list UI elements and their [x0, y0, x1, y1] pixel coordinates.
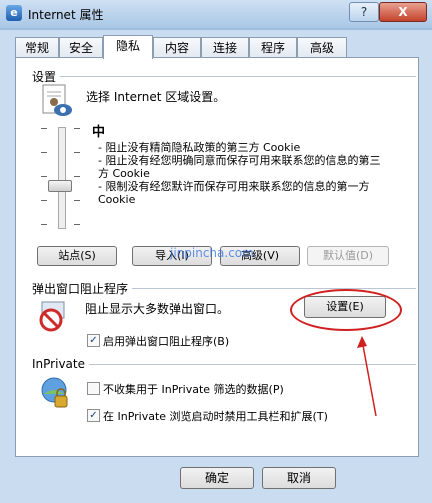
inprivate-icon — [41, 377, 68, 408]
internet-explorer-icon: e — [6, 5, 22, 21]
inprivate-group-label: InPrivate — [32, 357, 89, 371]
privacy-slider-thumb[interactable] — [48, 180, 72, 192]
slider-tick — [74, 128, 80, 129]
no-collect-filter-data-label: 不收集用于 InPrivate 筛选的数据(P) — [103, 383, 284, 396]
zone-prompt: 选择 Internet 区域设置。 — [86, 90, 226, 104]
window-title: Internet 属性 — [28, 8, 104, 22]
popup-description: 阻止显示大多数弹出窗口。 — [85, 302, 230, 316]
annotation-arrow — [357, 336, 377, 417]
popup-blocker-icon — [39, 301, 65, 332]
cancel-button[interactable]: 取消 — [262, 467, 336, 489]
slider-tick — [41, 176, 47, 177]
slider-tick — [41, 200, 47, 201]
disable-toolbars-checkbox[interactable]: ✓ — [87, 409, 100, 422]
highlight-ellipse — [290, 289, 402, 331]
default-button[interactable]: 默认值(D) — [307, 246, 389, 266]
privacy-level: 中 — [92, 125, 106, 140]
enable-popup-blocker-checkbox[interactable]: ✓ — [87, 334, 100, 347]
no-collect-filter-data-checkbox[interactable] — [87, 382, 100, 395]
privacy-level-description: - 阻止没有精简隐私政策的第三方 Cookie - 阻止没有经您明确同意而保存可… — [98, 141, 381, 206]
tab-content[interactable]: 内容 — [153, 37, 201, 58]
slider-tick — [74, 152, 80, 153]
enable-popup-blocker-label: 启用弹出窗口阻止程序(B) — [103, 335, 230, 348]
slider-tick — [41, 128, 47, 129]
slider-tick — [74, 176, 80, 177]
privacy-slider-track[interactable] — [58, 127, 66, 229]
privacy-document-icon — [42, 84, 72, 116]
tab-security[interactable]: 安全 — [59, 37, 103, 58]
tab-connections[interactable]: 连接 — [201, 37, 249, 58]
slider-tick — [41, 152, 47, 153]
tab-privacy[interactable]: 隐私 — [103, 35, 153, 59]
help-button[interactable]: ? — [349, 2, 379, 22]
close-button[interactable]: X — [379, 2, 427, 22]
sites-button[interactable]: 站点(S) — [37, 246, 117, 266]
popup-group-label: 弹出窗口阻止程序 — [32, 280, 133, 297]
settings-group-label: 设置 — [32, 68, 61, 85]
tab-programs[interactable]: 程序 — [249, 37, 297, 58]
slider-tick — [74, 200, 80, 201]
slider-tick — [41, 224, 47, 225]
watermark-text: jinpincha.com — [170, 246, 254, 260]
settings-divider — [32, 76, 416, 77]
internet-properties-window: e Internet 属性 ? X 常规 安全 隐私 内容 连接 程序 高级 设… — [0, 0, 432, 503]
title-bar[interactable]: e Internet 属性 ? X — [0, 0, 432, 28]
tab-advanced[interactable]: 高级 — [297, 37, 347, 58]
slider-tick — [74, 224, 80, 225]
tab-general[interactable]: 常规 — [15, 37, 59, 58]
disable-toolbars-label: 在 InPrivate 浏览启动时禁用工具栏和扩展(T) — [103, 410, 328, 423]
ok-button[interactable]: 确定 — [180, 467, 254, 489]
